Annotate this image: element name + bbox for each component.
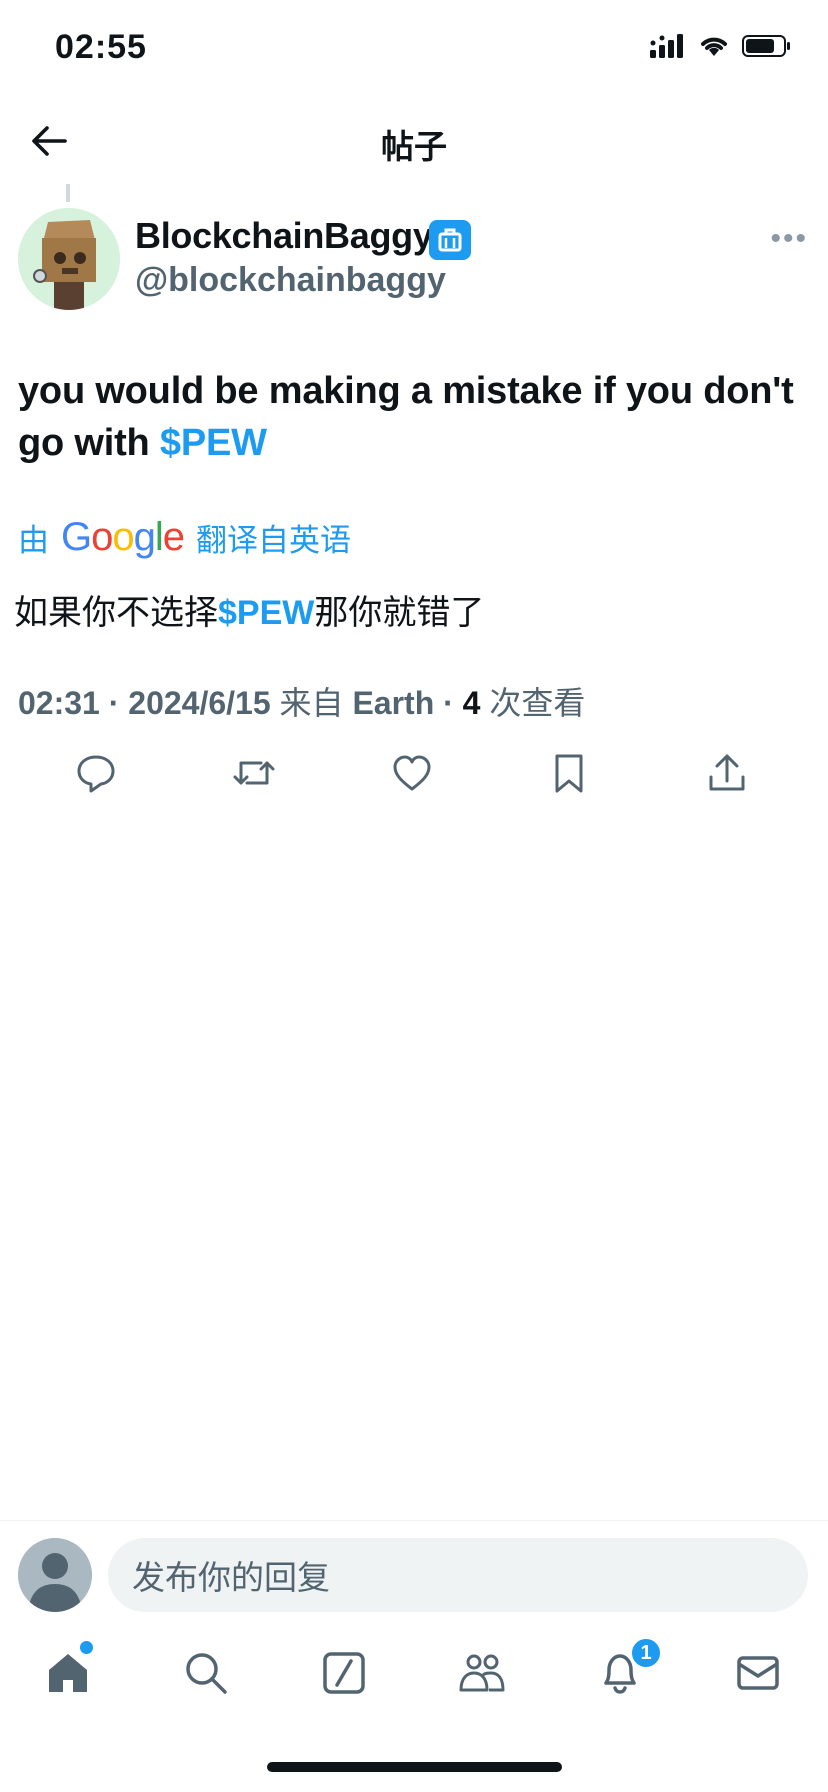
share-icon — [709, 754, 745, 791]
mail-icon — [737, 1656, 779, 1690]
reply-input[interactable]: 发布你的回复 — [108, 1538, 808, 1612]
status-time: 02:55 — [55, 28, 147, 66]
view-count: 4 — [462, 685, 481, 721]
paper-bag-robot-avatar-image — [18, 208, 120, 310]
tab-messages[interactable] — [730, 1645, 786, 1701]
home-indicator[interactable] — [267, 1762, 562, 1772]
translated-text-before: 如果你不选择 — [14, 594, 218, 632]
translation-attribution[interactable]: 由 Google 翻译自英语 — [18, 515, 351, 560]
battery-icon — [742, 35, 790, 57]
tweet-meta: 02:31 · 2024/6/15 来自 Earth · 4 次查看 — [18, 685, 586, 721]
tab-communities[interactable] — [454, 1645, 510, 1701]
translation-prefix: 由 — [18, 523, 49, 558]
cashtag-link[interactable]: $PEW — [160, 422, 267, 464]
notification-count-badge: 1 — [630, 1637, 662, 1669]
like-button[interactable] — [384, 745, 440, 801]
reply-icon — [77, 755, 115, 793]
bottom-tab-bar: 1 — [0, 1635, 828, 1715]
retweet-icon — [233, 761, 275, 785]
author-handle[interactable]: @blockchainbaggy — [135, 261, 446, 300]
communities-icon — [459, 1654, 505, 1692]
tweet-date[interactable]: 2024/6/15 — [128, 685, 270, 721]
bookmark-icon — [555, 754, 583, 793]
author-name[interactable]: BlockchainBaggy — [135, 215, 433, 257]
grok-icon — [323, 1652, 365, 1694]
tweet-source-prefix: 来自 — [279, 685, 344, 721]
tweet-action-bar — [0, 745, 828, 801]
tweet-time[interactable]: 02:31 — [18, 685, 100, 721]
cellular-signal-icon — [650, 34, 683, 58]
translated-text-after: 那你就错了 — [314, 594, 485, 632]
tab-search[interactable] — [178, 1645, 234, 1701]
author-avatar[interactable] — [18, 208, 120, 310]
default-user-icon — [18, 1538, 92, 1612]
retweet-button[interactable] — [226, 745, 282, 801]
heart-icon — [393, 755, 431, 791]
translated-text: 如果你不选择$PEW那你就错了 — [14, 585, 484, 634]
user-avatar[interactable] — [18, 1538, 92, 1612]
wifi-icon — [701, 37, 727, 56]
view-label: 次查看 — [489, 685, 586, 721]
briefcase-icon — [438, 228, 462, 252]
home-icon — [49, 1654, 87, 1692]
more-options-button[interactable]: ••• — [770, 222, 808, 256]
translation-suffix: 翻译自英语 — [196, 523, 352, 558]
home-unread-dot — [80, 1641, 93, 1654]
more-dots-icon: ••• — [770, 222, 808, 255]
translated-cashtag-link[interactable]: $PEW — [218, 594, 314, 632]
thread-line — [66, 184, 70, 202]
reply-button[interactable] — [68, 745, 124, 801]
bookmark-button[interactable] — [541, 745, 597, 801]
share-button[interactable] — [699, 745, 755, 801]
page-title: 帖子 — [381, 128, 447, 165]
status-bar: 02:55 — [0, 0, 828, 100]
verified-badge[interactable] — [429, 220, 471, 260]
tweet-text-body: you would be making a mistake if you don… — [18, 370, 794, 464]
reply-composer: 发布你的回复 — [0, 1520, 828, 1612]
search-icon — [186, 1653, 227, 1694]
nav-header: 帖子 — [0, 100, 828, 180]
status-icons — [650, 34, 792, 58]
google-logo: Google — [61, 515, 185, 559]
tab-grok[interactable] — [316, 1645, 372, 1701]
tweet-text: you would be making a mistake if you don… — [18, 365, 808, 469]
tweet-source: Earth — [352, 685, 435, 721]
